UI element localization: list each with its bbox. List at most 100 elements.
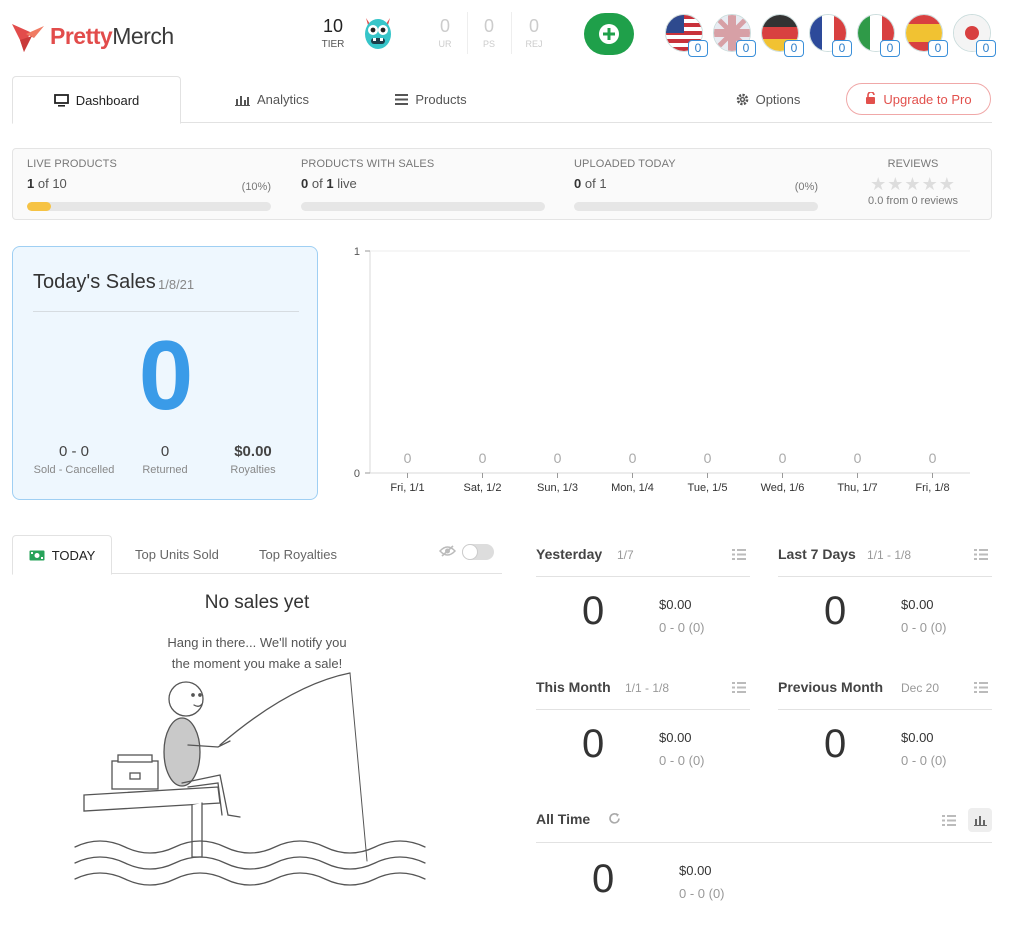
gear-icon [736, 93, 749, 106]
privacy-toggle[interactable] [462, 544, 494, 560]
list-icon[interactable] [974, 682, 988, 693]
logo-text: PrettyMerch [50, 22, 174, 49]
units-value: 0 [592, 857, 615, 901]
list-icon[interactable] [732, 682, 746, 693]
uploaded-today-progress [574, 202, 818, 211]
tab-today[interactable]: TODAY [12, 535, 112, 575]
this-month-card: This Month 1/1 - 1/8 0 $0.00 0 - 0 (0) [536, 670, 750, 768]
tab-top-royalties[interactable]: Top Royalties [259, 535, 337, 574]
units-value: 0 [824, 589, 847, 633]
data-label: 0 [479, 450, 487, 466]
royalties: $0.00 Royalties [230, 443, 276, 476]
flag-count: 0 [928, 40, 948, 57]
list-icon [395, 94, 409, 105]
flag-count: 0 [832, 40, 852, 57]
unlock-icon [865, 90, 877, 107]
todays-sales-count: 0 [138, 320, 194, 430]
add-product-button[interactable] [584, 13, 634, 55]
no-sales-message: Hang in there... We'll notify you [167, 635, 347, 650]
live-products-block: LIVE PRODUCTS 1 of 10 (10%) [27, 158, 271, 211]
refresh-icon[interactable] [608, 812, 621, 825]
app-header: PrettyMerch 10 TIER 0 UR 0 PS 0 REJ 0 0 … [0, 0, 1024, 75]
list-icon[interactable] [974, 549, 988, 560]
royalties-value: $0.00 [659, 730, 692, 745]
list-icon[interactable] [732, 549, 746, 560]
last-7-days-card: Last 7 Days 1/1 - 1/8 0 $0.00 0 - 0 (0) [778, 537, 992, 635]
flag-count: 0 [736, 40, 756, 57]
units-value: 0 [582, 589, 605, 633]
stat-ps: 0 PS [482, 16, 495, 49]
flag-count: 0 [784, 40, 804, 57]
data-label: 0 [929, 450, 937, 466]
royalties-value: $0.00 [679, 863, 712, 878]
todays-sales-card: Today's Sales 1/8/21 0 0 - 0 Sold - Canc… [12, 246, 318, 500]
sales-chart: 0 1 0 Fri, 1/1 0 Sat, 1/2 0 Sun, 1/3 0 Mon, 1/4 0 T… [354, 246, 970, 494]
card-title: Yesterday [536, 546, 603, 562]
royalties-value: $0.00 [901, 597, 934, 612]
products-with-sales-progress [301, 202, 545, 211]
marketplace-jp[interactable]: 0 [953, 14, 996, 57]
x-tick-label: Tue, 1/5 [688, 482, 728, 494]
reviews-block: REVIEWS ★★★★★ 0.0 from 0 reviews [863, 158, 963, 207]
logo[interactable]: PrettyMerch [10, 18, 174, 54]
yesterday-card: Yesterday 1/7 0 $0.00 0 - 0 (0) [536, 537, 750, 635]
upgrade-to-pro-button[interactable]: Upgrade to Pro [846, 83, 991, 115]
data-label: 0 [704, 450, 712, 466]
sold-cancelled: 0 - 0 Sold - Cancelled [33, 443, 115, 476]
data-label: 0 [554, 450, 562, 466]
x-tick-label: Fri, 1/1 [390, 482, 424, 494]
stat-rej: 0 REJ [525, 16, 543, 49]
card-title: This Month [536, 679, 611, 695]
x-tick-label: Thu, 1/7 [837, 482, 877, 494]
stat-ur: 0 UR [438, 16, 452, 49]
x-tick-label: Wed, 1/6 [761, 482, 805, 494]
marketplace-es[interactable]: 0 [905, 14, 948, 57]
bar-chart-icon [234, 94, 250, 106]
summary-strip: LIVE PRODUCTS 1 of 10 (10%) PRODUCTS WIT… [12, 148, 992, 220]
tab-label: Options [755, 92, 801, 107]
card-date: 1/7 [617, 548, 634, 562]
marketplace-uk[interactable]: 0 [712, 13, 756, 57]
products-with-sales-block: PRODUCTS WITH SALES 0 of 1 live [301, 158, 545, 211]
tab-dashboard[interactable]: Dashboard [12, 76, 181, 124]
y-tick-label: 0 [354, 468, 360, 480]
bar-chart-icon[interactable] [968, 808, 992, 832]
card-date: Dec 20 [901, 681, 940, 695]
tab-analytics[interactable]: Analytics [222, 76, 322, 123]
x-tick-label: Mon, 1/4 [611, 482, 654, 494]
monster-avatar-icon [365, 18, 391, 49]
tab-options[interactable]: Options [728, 76, 808, 123]
card-date: 1/1 - 1/8 [867, 548, 912, 562]
flag-count: 0 [976, 40, 996, 57]
all-time-card: All Time 0 $0.00 0 - 0 (0) [536, 803, 992, 901]
card-date: 1/8/21 [158, 277, 195, 292]
bird-logo-icon [12, 24, 44, 52]
royalties-value: $0.00 [901, 730, 934, 745]
stat-divider [511, 12, 512, 54]
no-sales-heading: No sales yet [204, 592, 310, 613]
data-label: 0 [404, 450, 412, 466]
units-value: 0 [824, 722, 847, 766]
units-value: 0 [582, 722, 605, 766]
list-icon[interactable] [942, 815, 956, 826]
tab-products[interactable]: Products [386, 76, 476, 123]
marketplace-it[interactable]: 0 [857, 14, 900, 57]
marketplace-de[interactable]: 0 [761, 14, 804, 57]
tab-label: Dashboard [75, 92, 140, 108]
y-tick-label: 1 [354, 246, 360, 258]
tier-indicator: 10 TIER [316, 16, 350, 50]
data-label: 0 [629, 450, 637, 466]
monitor-icon [53, 93, 69, 107]
money-icon [29, 550, 45, 561]
marketplace-us[interactable]: 0 [665, 14, 708, 57]
tab-top-units-sold[interactable]: Top Units Sold [135, 535, 219, 574]
uploaded-today-block: UPLOADED TODAY 0 of 1 (0%) [574, 158, 818, 211]
card-title: Previous Month [778, 679, 884, 695]
x-tick-label: Fri, 1/8 [915, 482, 949, 494]
eye-slash-icon [438, 544, 457, 560]
sold-cancelled-value: 0 - 0 (0) [901, 753, 947, 768]
marketplace-fr[interactable]: 0 [809, 14, 852, 57]
card-title: Last 7 Days [778, 546, 856, 562]
stat-divider [467, 12, 468, 54]
sold-cancelled-value: 0 - 0 (0) [901, 620, 947, 635]
